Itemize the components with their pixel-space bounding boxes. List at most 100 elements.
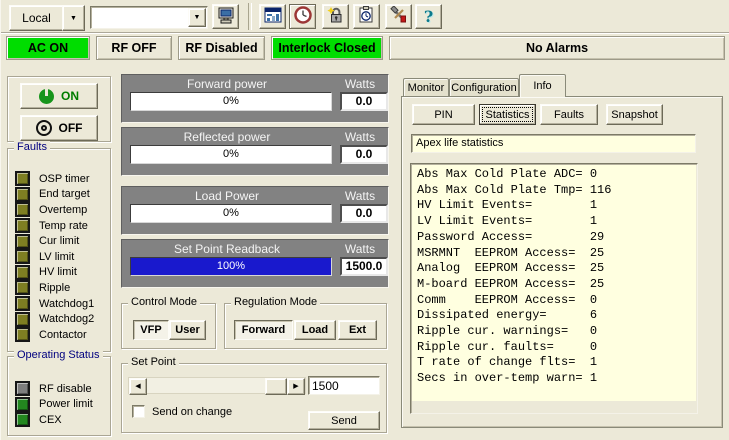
window-chart-icon — [264, 7, 282, 26]
set-point-groupbox: Set Point ◀ ▶ Send on change Send — [121, 363, 387, 433]
statistics-text-area: Abs Max Cold Plate ADC= 0 Abs Max Cold P… — [412, 165, 696, 401]
send-button-label: Send — [331, 415, 357, 427]
send-on-change-checkbox[interactable] — [132, 405, 145, 418]
led-indicator — [15, 280, 30, 295]
send-button[interactable]: Send — [308, 411, 380, 430]
chevron-down-icon: ▼ — [70, 15, 77, 22]
toolbar: Local ▼ ▼ — [1, 0, 729, 34]
clock-icon — [294, 6, 312, 27]
meter-progress-bar: 0% — [130, 92, 332, 111]
mode-button-forward[interactable]: Forward — [234, 320, 293, 340]
clipboard-clock-icon — [358, 6, 375, 27]
on-button[interactable]: ON — [20, 83, 98, 109]
led-label: CEX — [39, 414, 62, 426]
tab-monitor[interactable]: Monitor — [403, 78, 449, 97]
info-button-statistics[interactable]: Statistics — [479, 104, 536, 125]
scrollbar-left-arrow[interactable]: ◀ — [129, 378, 147, 395]
address-combobox-arrow[interactable]: ▼ — [188, 8, 206, 27]
led-label: Cur limit — [39, 235, 79, 247]
meter-unit: Watts — [332, 77, 388, 91]
toolbar-separator — [248, 3, 252, 30]
led-indicator — [15, 187, 30, 202]
meter-percent-label: 0% — [131, 148, 331, 160]
meter-value: 0.0 — [340, 92, 388, 111]
meter-percent-label: 100% — [131, 260, 331, 272]
chevron-right-icon: ▶ — [293, 383, 298, 390]
meter-title: Reflected power — [122, 130, 332, 144]
meter-set-point-readback: Set Point ReadbackWatts100% 1500.0 — [121, 239, 389, 288]
send-on-change-label: Send on change — [152, 406, 232, 418]
status-item-overtemp: Overtemp — [8, 202, 110, 218]
set-point-scrollbar[interactable]: ◀ ▶ — [128, 377, 306, 394]
operating-status-list: RF disablePower limit CEX — [8, 357, 110, 428]
meter-title: Set Point Readback — [122, 242, 332, 256]
mode-button-user[interactable]: User — [169, 320, 206, 340]
meter-percent-label: 0% — [131, 207, 331, 219]
scrollbar-right-arrow[interactable]: ▶ — [287, 378, 305, 395]
meter-value: 0.0 — [340, 204, 388, 223]
tab-configuration[interactable]: Configuration — [449, 78, 519, 97]
led-indicator — [15, 381, 30, 396]
status-item-hv-limit: HV limit — [8, 265, 110, 281]
faults-groupbox: Faults OSP timerEnd targetOvertempTemp r… — [7, 148, 111, 352]
status-bar: AC ONRF OFFRF DisabledInterlock ClosedNo… — [6, 36, 725, 60]
mode-button-ext[interactable]: Ext — [338, 320, 377, 340]
meter-unit: Watts — [332, 130, 388, 144]
meter-value: 1500.0 — [340, 257, 388, 276]
tab-info[interactable]: Info — [519, 74, 566, 97]
meter-progress-bar: 0% — [130, 145, 332, 164]
led-indicator — [15, 249, 30, 264]
status-item-rf-disable: RF disable — [8, 381, 110, 397]
info-button-pin[interactable]: PIN — [412, 104, 475, 125]
connect-button[interactable] — [212, 4, 239, 29]
status-item-end-target: End target — [8, 187, 110, 203]
send-on-change-checkbox-row[interactable]: Send on change — [132, 405, 232, 418]
meter-load-power: Load PowerWatts0%0.0 — [121, 186, 389, 235]
led-indicator — [15, 171, 30, 186]
power-groupbox: ON OFF — [7, 76, 111, 142]
status-item-lv-limit: LV limit — [8, 249, 110, 265]
meter-percent-label: 0% — [131, 95, 331, 107]
meter-title: Load Power — [122, 189, 332, 203]
computer-icon — [217, 7, 235, 27]
led-label: Temp rate — [39, 220, 88, 232]
tools-button[interactable] — [385, 4, 412, 29]
scrollbar-thumb[interactable] — [265, 378, 287, 395]
led-indicator — [15, 327, 30, 342]
off-button[interactable]: OFF — [20, 115, 98, 141]
clock-button[interactable] — [289, 4, 316, 29]
meter-forward-power: Forward powerWatts0%0.0 — [121, 74, 389, 123]
led-label: OSP timer — [39, 173, 90, 185]
info-button-faults[interactable]: Faults — [540, 104, 598, 125]
scheduler-button[interactable] — [353, 4, 380, 29]
off-button-label: OFF — [59, 121, 83, 135]
mode-dropdown-arrow[interactable]: ▼ — [62, 5, 85, 31]
lock-button[interactable] — [322, 4, 349, 29]
led-label: Ripple — [39, 282, 70, 294]
led-label: Power limit — [39, 398, 93, 410]
operating-status-title: Operating Status — [14, 349, 103, 361]
chevron-left-icon: ◀ — [135, 383, 140, 390]
led-label: Contactor — [39, 329, 87, 341]
statistics-description-field[interactable]: Apex life statistics — [411, 134, 696, 153]
help-button[interactable]: ? — [415, 4, 442, 29]
status-item-contactor: Contactor — [8, 327, 110, 343]
led-indicator — [15, 265, 30, 280]
info-button-snapshot[interactable]: Snapshot — [606, 104, 663, 125]
regulation-mode-groupbox: Regulation Mode ForwardLoadExt — [224, 303, 387, 349]
status-item-temp-rate: Temp rate — [8, 218, 110, 234]
meter-reflected-power: Reflected powerWatts0%0.0 — [121, 127, 389, 176]
mode-button-load[interactable]: Load — [294, 320, 336, 340]
padlock-icon — [327, 6, 345, 27]
mode-button-vfp[interactable]: VFP — [133, 320, 169, 340]
panel-view-button[interactable] — [259, 4, 286, 29]
status-item-ripple: Ripple — [8, 280, 110, 296]
faults-list: OSP timer End targetOvertemp Temp rate Cur … — [8, 149, 110, 343]
meter-unit: Watts — [332, 242, 388, 256]
center-panel: Forward powerWatts0%0.0Reflected powerWa… — [119, 74, 389, 440]
address-combobox[interactable]: ▼ — [90, 6, 208, 29]
mode-dropdown-value: Local — [22, 11, 51, 25]
mode-dropdown[interactable]: Local — [9, 5, 64, 31]
set-point-input[interactable] — [308, 376, 380, 395]
control-mode-title: Control Mode — [128, 296, 200, 308]
